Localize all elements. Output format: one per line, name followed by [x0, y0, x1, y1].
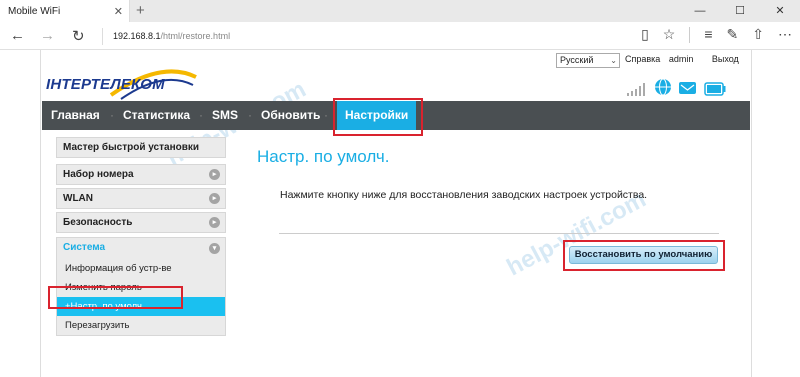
page-title: Настр. по умолч. — [257, 147, 390, 166]
username: admin — [668, 54, 694, 64]
reading-view-icon[interactable]: ▯ — [641, 26, 649, 43]
sidebar-item-dial[interactable]: Набор номера ▸ — [56, 164, 226, 185]
expand-arrow-icon: ▸ — [209, 217, 220, 228]
collapse-arrow-icon: ▾ — [209, 243, 220, 254]
forward-arrow-icon[interactable]: → — [40, 27, 55, 44]
refresh-icon[interactable]: ↻ — [72, 27, 85, 45]
menu-separator: · — [199, 108, 203, 122]
sidebar-item-security[interactable]: Безопасность ▸ — [56, 212, 226, 233]
url-path: /html/restore.html — [160, 31, 231, 41]
language-select[interactable]: Русский ⌄ — [556, 53, 620, 68]
help-link[interactable]: Справка — [625, 54, 660, 64]
menu-sms[interactable]: SMS — [212, 101, 238, 130]
url-field[interactable]: 192.168.8.1/html/restore.html — [102, 28, 592, 45]
url-host: 192.168.8.1 — [113, 31, 161, 41]
hub-icon[interactable]: ≡ — [704, 26, 712, 43]
chevron-down-icon: ⌄ — [610, 56, 617, 65]
globe-icon — [655, 78, 671, 96]
window-controls: — ☐ ✕ — [680, 0, 800, 22]
top-links: Справка admin Выход — [625, 54, 745, 64]
favorite-star-icon[interactable]: ☆ — [663, 26, 676, 43]
highlight-frame — [563, 240, 725, 271]
highlight-frame — [333, 98, 423, 136]
divider — [279, 233, 719, 234]
browser-tab[interactable]: Mobile WiFi ✕ — [0, 0, 130, 22]
browser-tab-bar: Mobile WiFi ✕ + — ☐ ✕ — [0, 0, 800, 22]
highlight-frame — [48, 286, 183, 309]
sidebar-subitem-reboot[interactable]: Перезагрузить — [57, 316, 225, 335]
toolbar-divider — [689, 27, 691, 43]
sidebar-item-label: Набор номера — [63, 169, 134, 180]
minimize-icon[interactable]: — — [680, 0, 720, 22]
menu-separator: · — [110, 108, 114, 122]
window-close-icon[interactable]: ✕ — [760, 0, 800, 22]
language-value: Русский — [560, 55, 594, 65]
sidebar-item-label: Безопасность — [63, 217, 133, 228]
web-note-icon[interactable]: ✎ — [727, 26, 739, 43]
maximize-icon[interactable]: ☐ — [720, 0, 760, 22]
sms-envelope-icon — [679, 82, 696, 94]
menu-statistics[interactable]: Статистика — [123, 101, 190, 130]
new-tab-icon[interactable]: + — [136, 2, 145, 19]
sidebar-item-label: Мастер быстрой установки — [63, 142, 200, 153]
signal-strength-icon — [627, 83, 645, 96]
tab-close-icon[interactable]: ✕ — [114, 5, 123, 18]
sidebar-item-wlan[interactable]: WLAN ▸ — [56, 188, 226, 209]
browser-tab-title: Mobile WiFi — [8, 5, 61, 17]
browser-address-bar: ← → ↻ 192.168.8.1/html/restore.html ▯ ☆ … — [0, 22, 800, 50]
battery-icon — [704, 82, 726, 96]
back-arrow-icon[interactable]: ← — [10, 27, 25, 44]
more-icon[interactable]: ⋯ — [778, 26, 792, 43]
share-icon[interactable]: ⇧ — [752, 26, 764, 43]
logo-text: ІНТЕРТЕЛЕКОМ — [46, 76, 165, 93]
menu-home[interactable]: Главная — [51, 101, 100, 130]
logout-link[interactable]: Выход — [712, 54, 739, 64]
sidebar-item-label: Система — [63, 242, 106, 253]
router-page: help-wifi.com help-wifi.com ІНТЕРТЕЛЕКОМ… — [0, 50, 800, 377]
menu-update[interactable]: Обновить — [261, 101, 320, 130]
expand-arrow-icon: ▸ — [209, 193, 220, 204]
sidebar-item-label: WLAN — [63, 193, 93, 204]
browser-toolbar: ▯ ☆ ≡ ✎ ⇧ ⋯ — [641, 26, 792, 43]
sidebar-subitem-device-info[interactable]: Информация об устр-ве — [57, 259, 225, 278]
menu-separator: · — [324, 108, 328, 122]
restore-description: Нажмите кнопку ниже для восстановления з… — [280, 189, 648, 201]
status-icons — [626, 78, 726, 96]
sidebar-item-system[interactable]: Система ▾ — [57, 238, 225, 259]
expand-arrow-icon: ▸ — [209, 169, 220, 180]
menu-separator: · — [248, 108, 252, 122]
sidebar-item-quick-setup[interactable]: Мастер быстрой установки — [56, 137, 226, 158]
